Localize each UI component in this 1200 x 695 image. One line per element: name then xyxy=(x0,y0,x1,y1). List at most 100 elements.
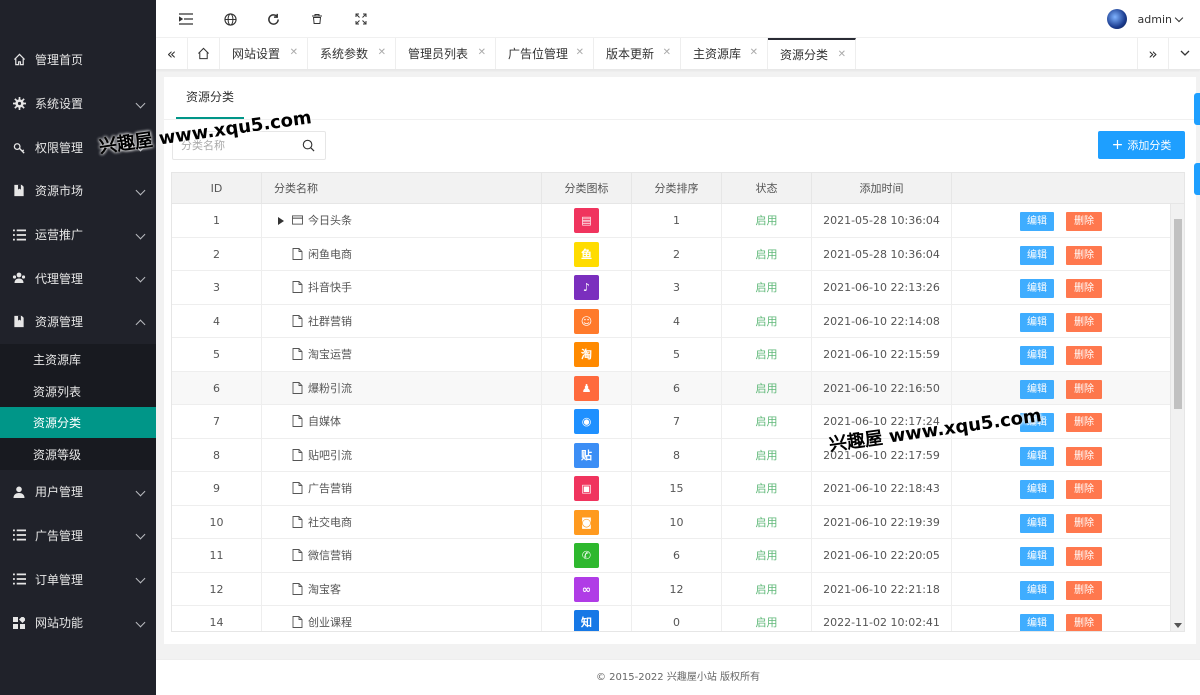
cell-status: 启用 xyxy=(722,237,812,271)
table-row[interactable]: 11 微信营销 ✆ 6 启用 2021-06-10 22:20:05 编辑 删除 xyxy=(172,539,1171,573)
sidebar-item-5[interactable]: 代理管理 xyxy=(0,256,156,300)
delete-button[interactable]: 删除 xyxy=(1066,312,1102,332)
close-icon[interactable]: ✕ xyxy=(290,47,298,58)
edit-button[interactable]: 编辑 xyxy=(1020,346,1054,365)
edit-button[interactable]: 编辑 xyxy=(1020,580,1054,600)
tabs-more-icon[interactable] xyxy=(1169,38,1200,69)
delete-button[interactable]: 删除 xyxy=(1066,279,1102,298)
close-icon[interactable]: ✕ xyxy=(478,47,486,58)
scroll-down-icon[interactable] xyxy=(1174,623,1182,628)
sidebar-item-7[interactable]: 用户管理 xyxy=(0,470,156,514)
sidebar-item-9[interactable]: 订单管理 xyxy=(0,557,156,601)
cell-name: 贴吧引流 xyxy=(262,438,542,472)
globe-icon[interactable] xyxy=(222,11,238,27)
edit-button[interactable]: 编辑 xyxy=(1020,312,1054,332)
table-row[interactable]: 12 淘宝客 ∞ 12 启用 2021-06-10 22:21:18 编辑 删除 xyxy=(172,572,1171,606)
delete-button[interactable]: 删除 xyxy=(1066,346,1102,365)
edit-button[interactable]: 编辑 xyxy=(1020,446,1054,466)
fullscreen-icon[interactable] xyxy=(353,11,369,27)
sidebar-item-10[interactable]: 网站功能 xyxy=(0,601,156,645)
cell-sort: 5 xyxy=(632,338,722,372)
table-row[interactable]: 3 抖音快手 ♪ 3 启用 2021-06-10 22:13:26 编辑 删除 xyxy=(172,271,1171,305)
delete-button[interactable]: 删除 xyxy=(1066,513,1102,533)
scrollbar-thumb[interactable] xyxy=(1174,219,1182,409)
cell-icon: ▤ xyxy=(542,204,632,238)
username[interactable]: admin xyxy=(1138,13,1172,26)
col-id-header: ID xyxy=(172,173,262,204)
chevron-down-icon xyxy=(135,98,146,108)
edit-button[interactable]: 编辑 xyxy=(1020,513,1054,533)
delete-button[interactable]: 删除 xyxy=(1066,614,1102,631)
trash-icon[interactable] xyxy=(309,11,325,27)
side-float-tab[interactable] xyxy=(1194,163,1200,195)
cell-ops: 编辑 删除 xyxy=(952,305,1171,339)
edit-button[interactable]: 编辑 xyxy=(1020,379,1054,399)
menu-fold-icon[interactable] xyxy=(178,11,194,27)
category-icon: ♟ xyxy=(574,375,599,401)
sidebar-item-4[interactable]: 运营推广 xyxy=(0,213,156,257)
tabs-prev-button[interactable]: « xyxy=(156,38,188,69)
cell-ops: 编辑 删除 xyxy=(952,271,1171,305)
close-icon[interactable]: ✕ xyxy=(378,47,386,58)
tab-3[interactable]: 广告位管理 ✕ xyxy=(496,38,594,69)
sidebar-subitem-0[interactable]: 主资源库 xyxy=(0,344,156,376)
table-row[interactable]: 2 闲鱼电商鱼 2 启用 2021-05-28 10:36:04 编辑 删除 xyxy=(172,237,1171,271)
table-row[interactable]: 9 广告营销 ▣ 15 启用 2021-06-10 22:18:43 编辑 删除 xyxy=(172,472,1171,506)
sidebar-subitem-3[interactable]: 资源等级 xyxy=(0,438,156,470)
search-icon[interactable] xyxy=(302,139,315,152)
cell-name: 淘宝运营 xyxy=(262,338,542,372)
delete-button[interactable]: 删除 xyxy=(1066,580,1102,600)
table-row[interactable]: 4 社群营销 ☺ 4 启用 2021-06-10 22:14:08 编辑 删除 xyxy=(172,304,1171,339)
expand-triangle-icon[interactable] xyxy=(278,217,284,225)
tab-2[interactable]: 管理员列表 ✕ xyxy=(396,38,496,69)
chevron-down-icon[interactable] xyxy=(1174,13,1184,22)
close-icon[interactable]: ✕ xyxy=(663,47,671,58)
tab-1[interactable]: 系统参数 ✕ xyxy=(308,38,396,69)
table-scrollbar[interactable] xyxy=(1170,204,1184,631)
user-menu[interactable]: admin xyxy=(1106,9,1184,29)
delete-button[interactable]: 删除 xyxy=(1066,480,1102,499)
sidebar-subitem-1[interactable]: 资源列表 xyxy=(0,375,156,407)
cell-icon: 知 xyxy=(542,606,632,631)
edit-button[interactable]: 编辑 xyxy=(1020,279,1054,298)
cell-id: 4 xyxy=(172,304,262,338)
sidebar-subitem-2[interactable]: 资源分类 xyxy=(0,406,156,439)
table-row[interactable]: 14 创业课程知 0 启用 2022-11-02 10:02:41 编辑 删除 xyxy=(172,606,1171,631)
table-row[interactable]: 6 爆粉引流 ♟ 6 启用 2021-06-10 22:16:50 编辑 删除 xyxy=(172,371,1171,405)
delete-button[interactable]: 删除 xyxy=(1066,413,1102,432)
table-row[interactable]: 10 社交电商 ◙ 10 启用 2021-06-10 22:19:39 编辑 删除 xyxy=(172,505,1171,539)
delete-button[interactable]: 删除 xyxy=(1066,245,1102,265)
delete-button[interactable]: 删除 xyxy=(1066,547,1102,566)
close-icon[interactable]: ✕ xyxy=(750,47,758,58)
edit-button[interactable]: 编辑 xyxy=(1020,480,1054,499)
sidebar-item-label: 系统设置 xyxy=(35,97,84,112)
sidebar-item-1[interactable]: 系统设置 xyxy=(0,82,156,126)
tab-5[interactable]: 主资源库 ✕ xyxy=(681,38,768,69)
close-icon[interactable]: ✕ xyxy=(838,49,846,60)
avatar[interactable] xyxy=(1106,9,1127,29)
delete-button[interactable]: 删除 xyxy=(1066,212,1102,231)
close-icon[interactable]: ✕ xyxy=(576,47,584,58)
delete-button[interactable]: 删除 xyxy=(1066,446,1102,466)
home-tab-icon[interactable] xyxy=(188,38,220,69)
edit-button[interactable]: 编辑 xyxy=(1020,614,1054,631)
refresh-icon[interactable] xyxy=(265,11,281,27)
sidebar-item-8[interactable]: 广告管理 xyxy=(0,514,156,558)
sidebar-item-3[interactable]: 资源市场 xyxy=(0,169,156,213)
edit-button[interactable]: 编辑 xyxy=(1020,547,1054,566)
side-float-tab[interactable] xyxy=(1194,93,1200,125)
table-row[interactable]: 5 淘宝运营淘 5 启用 2021-06-10 22:15:59 编辑 删除 xyxy=(172,338,1171,372)
add-category-button[interactable]: + 添加分类 xyxy=(1098,131,1185,159)
sidebar-item-0[interactable]: 管理首页 xyxy=(0,38,156,82)
edit-button[interactable]: 编辑 xyxy=(1020,212,1054,231)
delete-button[interactable]: 删除 xyxy=(1066,379,1102,399)
sidebar-item-6[interactable]: 资源管理 xyxy=(0,300,156,344)
tab-6[interactable]: 资源分类 ✕ xyxy=(768,38,856,69)
table-row[interactable]: 1 今日头条 ▤ 1 启用 2021-05-28 10:36:04 编辑 删除 xyxy=(172,204,1171,238)
tab-0[interactable]: 网站设置 ✕ xyxy=(220,38,308,69)
tab-4[interactable]: 版本更新 ✕ xyxy=(594,38,681,69)
table-row[interactable]: 8 贴吧引流贴 8 启用 2021-06-10 22:17:59 编辑 删除 xyxy=(172,438,1171,472)
file-icon xyxy=(292,582,303,595)
tabs-next-button[interactable]: » xyxy=(1137,38,1169,69)
edit-button[interactable]: 编辑 xyxy=(1020,245,1054,265)
